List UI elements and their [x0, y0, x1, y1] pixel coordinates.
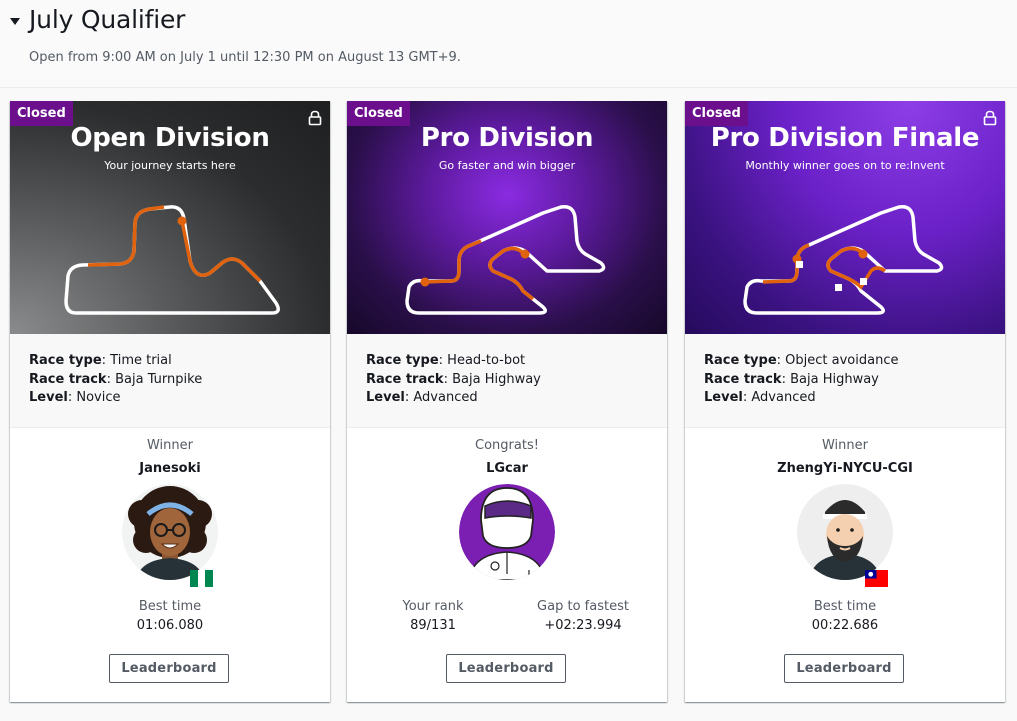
winner-label: Congrats! — [475, 438, 539, 453]
caret-down-icon[interactable] — [10, 15, 22, 27]
division-tagline: Your journey starts here — [104, 159, 236, 172]
division-card-open: Closed Open Division Your journey starts… — [10, 101, 330, 702]
best-time-label: Best time — [813, 599, 877, 614]
race-level: Level: Advanced — [366, 390, 478, 405]
division-banner: Closed Pro Division Finale Monthly winne… — [685, 101, 1005, 334]
best-time-value: 00:22.686 — [811, 618, 879, 633]
rank-label: Your rank — [402, 599, 464, 614]
race-track: Race track: Baja Highway — [366, 371, 541, 387]
division-card-finale: Closed Pro Division Finale Monthly winne… — [685, 101, 1005, 702]
section-title: July Qualifier — [29, 5, 186, 34]
winner-name: Janesoki — [139, 461, 201, 476]
race-type: Race type: Head-to-bot — [366, 353, 526, 368]
race-level: Level: Novice — [29, 390, 121, 405]
avatar — [459, 484, 555, 580]
taiwan-flag-icon — [865, 570, 888, 587]
division-banner: Closed Open Division Your journey starts… — [10, 101, 330, 334]
nigeria-flag-icon — [190, 570, 213, 587]
race-type: Race type: Object avoidance — [704, 353, 899, 368]
division-name: Pro Division — [420, 123, 594, 153]
gap-value: +02:23.994 — [544, 618, 622, 633]
division-banner: Closed Pro Division Go faster and win bi… — [347, 101, 667, 334]
division-name: Open Division — [70, 123, 270, 153]
avatar — [797, 484, 893, 580]
race-level: Level: Advanced — [704, 390, 816, 405]
best-time-value: 01:06.080 — [136, 618, 204, 633]
avatar — [122, 484, 218, 580]
division-tagline: Monthly winner goes on to re:Invent — [745, 159, 945, 172]
leaderboard-button[interactable]: Leaderboard — [784, 654, 904, 683]
race-details: Race type: Time trial Race track: Baja T… — [10, 334, 330, 428]
race-details: Race type: Object avoidance Race track: … — [685, 334, 1005, 428]
winner-name: ZhengYi-NYCU-CGI — [777, 461, 913, 476]
leaderboard-button[interactable]: Leaderboard — [109, 654, 229, 683]
rank-value: 89/131 — [410, 618, 456, 633]
section-header: July Qualifier Open from 9:00 AM on July… — [0, 0, 1017, 88]
winner-name: LGcar — [486, 461, 528, 476]
division-tagline: Go faster and win bigger — [438, 159, 576, 172]
division-name: Pro Division Finale — [710, 123, 980, 153]
best-time-label: Best time — [138, 599, 202, 614]
race-type: Race type: Time trial — [29, 353, 172, 368]
race-details: Race type: Head-to-bot Race track: Baja … — [347, 334, 667, 428]
division-card-pro: Closed Pro Division Go faster and win bi… — [347, 101, 667, 702]
gap-label: Gap to fastest — [537, 599, 629, 614]
section-subtitle: Open from 9:00 AM on July 1 until 12:30 … — [29, 50, 461, 65]
race-track: Race track: Baja Highway — [704, 371, 879, 387]
winner-label: Winner — [146, 438, 193, 453]
leaderboard-button[interactable]: Leaderboard — [446, 654, 566, 683]
race-track: Race track: Baja Turnpike — [29, 371, 203, 387]
winner-label: Winner — [821, 438, 868, 453]
